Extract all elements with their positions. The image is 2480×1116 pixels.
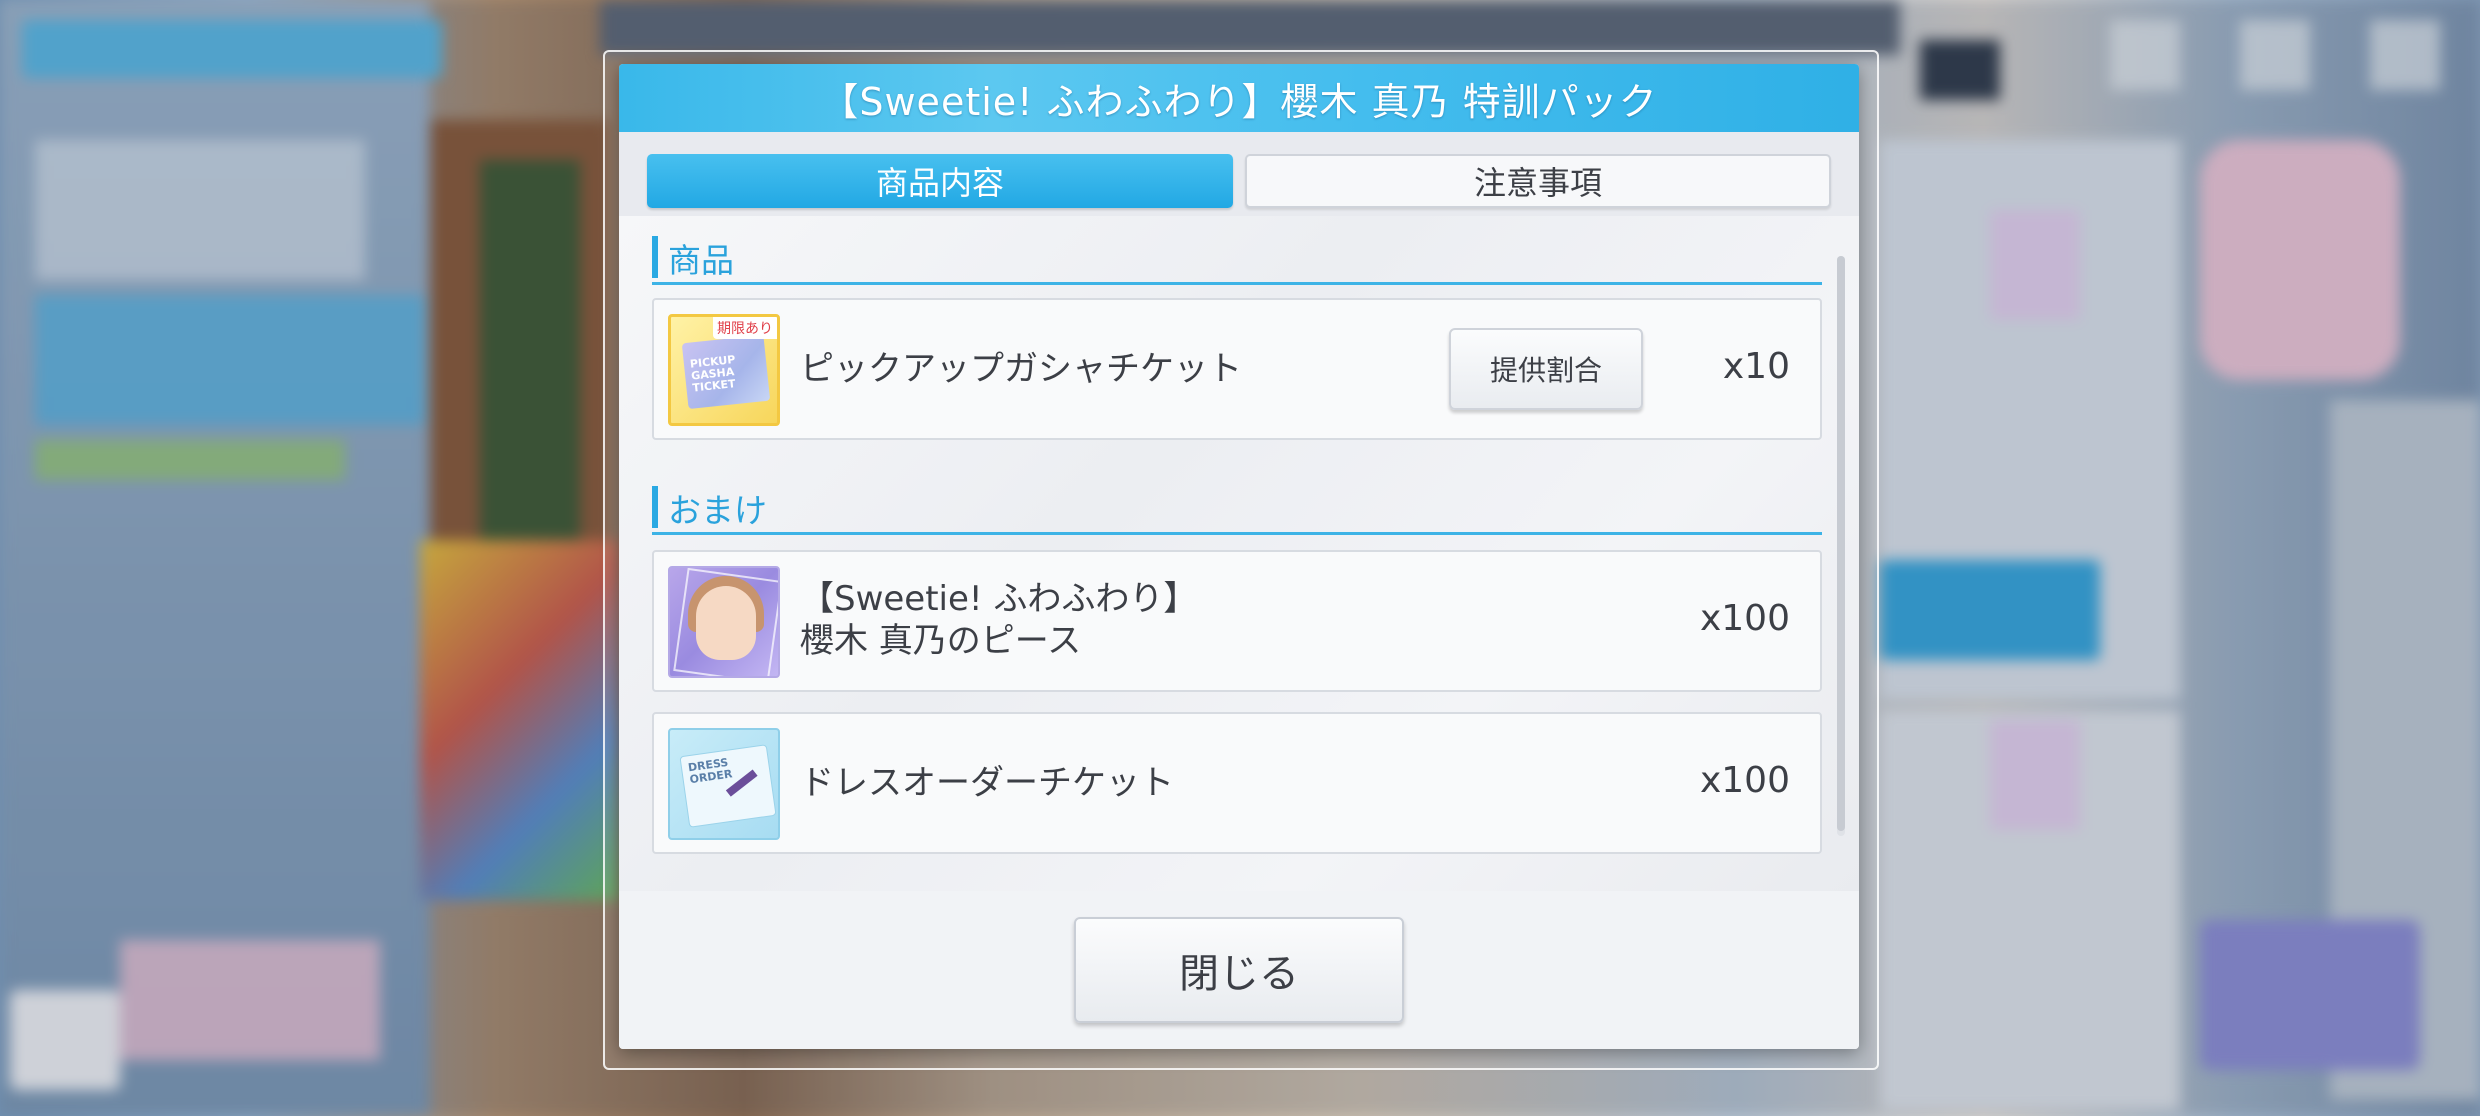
ticket-text: DRESS ORDER bbox=[687, 755, 734, 787]
contents-scroll-area[interactable]: 商品 PICKUP GASHA TICKET 期限あり ピックアップガシャチケッ… bbox=[619, 216, 1859, 891]
piece-frame bbox=[673, 568, 778, 676]
dress-order-ticket-icon: DRESS ORDER bbox=[668, 728, 780, 840]
section-header-bonus: おまけ bbox=[652, 482, 1822, 535]
list-item-gacha-ticket: PICKUP GASHA TICKET 期限あり ピックアップガシャチケット 提… bbox=[652, 298, 1822, 440]
limited-badge: 期限あり bbox=[713, 317, 777, 339]
item-quantity: x100 bbox=[1699, 598, 1790, 639]
section-title: 商品 bbox=[668, 241, 734, 280]
pack-contents-dialog: 【Sweetie! ふわふわり】櫻木 真乃 特訓パック 商品内容 注意事項 商品… bbox=[619, 64, 1859, 1049]
dialog-title: 【Sweetie! ふわふわり】櫻木 真乃 特訓パック bbox=[820, 79, 1658, 124]
gacha-ticket-icon: PICKUP GASHA TICKET 期限あり bbox=[668, 314, 780, 426]
ticket-card: DRESS ORDER bbox=[679, 744, 777, 828]
scrollbar-thumb[interactable] bbox=[1837, 256, 1845, 831]
list-item-character-piece: 【Sweetie! ふわふわり】 櫻木 真乃のピース x100 bbox=[652, 550, 1822, 692]
dialog-footer: 閉じる bbox=[619, 891, 1859, 1049]
ticket-text: PICKUP GASHA TICKET bbox=[689, 352, 737, 395]
tab-notes[interactable]: 注意事項 bbox=[1245, 154, 1831, 208]
item-name-line1: 【Sweetie! ふわふわり】 bbox=[800, 579, 1198, 619]
item-name: ピックアップガシャチケット bbox=[800, 349, 1242, 389]
drop-rate-button[interactable]: 提供割合 bbox=[1449, 328, 1643, 410]
section-accent-bar bbox=[652, 236, 658, 278]
tab-bar: 商品内容 注意事項 bbox=[619, 132, 1859, 216]
item-name-line2: 櫻木 真乃のピース bbox=[800, 621, 1082, 661]
item-quantity: x100 bbox=[1699, 760, 1790, 801]
list-item-dress-ticket: DRESS ORDER ドレスオーダーチケット x100 bbox=[652, 712, 1822, 854]
section-title: おまけ bbox=[668, 491, 767, 530]
section-accent-bar bbox=[652, 486, 658, 528]
item-name: ドレスオーダーチケット bbox=[800, 763, 1174, 803]
dialog-header: 【Sweetie! ふわふわり】櫻木 真乃 特訓パック bbox=[619, 64, 1859, 132]
character-piece-icon bbox=[668, 566, 780, 678]
section-header-products: 商品 bbox=[652, 232, 1822, 285]
ticket-card: PICKUP GASHA TICKET bbox=[681, 334, 771, 410]
item-quantity: x10 bbox=[1722, 346, 1790, 387]
tab-contents[interactable]: 商品内容 bbox=[647, 154, 1233, 208]
close-button[interactable]: 閉じる bbox=[1074, 917, 1404, 1023]
